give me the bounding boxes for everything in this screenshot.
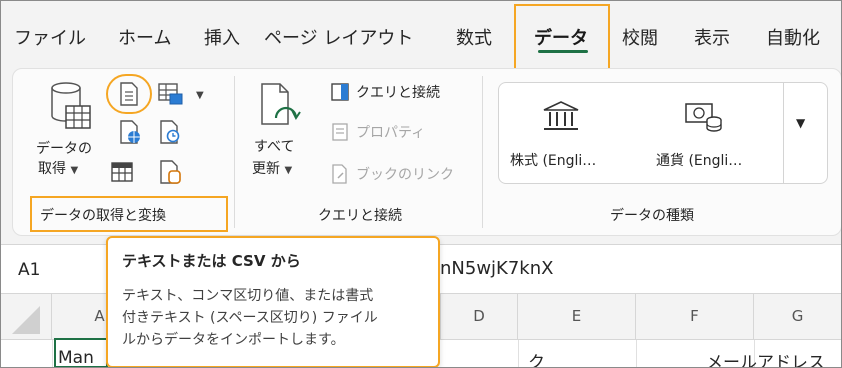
column-header-d[interactable]: D	[440, 294, 518, 340]
edit-links-icon	[330, 164, 350, 184]
get-data-group-label: データの取得と変換	[40, 208, 166, 224]
tab-file[interactable]: ファイル	[14, 24, 86, 50]
tooltip-body-line: テキスト、コンマ区切り値、または書式	[122, 288, 374, 304]
group-separator	[482, 76, 483, 228]
formula-input[interactable]: nN5wjK7knX	[440, 258, 553, 279]
currencies-data-type[interactable]: 通貨 (Engli…	[656, 150, 742, 170]
refresh-all-text: 更新	[252, 161, 280, 177]
data-tab-highlight	[514, 4, 610, 76]
tooltip-title: テキストまたは CSV から	[122, 252, 301, 270]
get-data-label-text: 取得	[38, 161, 66, 177]
column-header-g[interactable]: G	[754, 294, 842, 340]
from-web-icon[interactable]	[118, 120, 142, 144]
name-box[interactable]: A1	[18, 260, 40, 280]
get-data-icon[interactable]	[48, 82, 94, 132]
column-header-f[interactable]: F	[636, 294, 754, 340]
queries-group-label: クエリと接続	[318, 208, 402, 224]
tab-view[interactable]: 表示	[694, 24, 730, 50]
cell-divider	[636, 340, 637, 368]
tooltip-from-text-csv: テキストまたは CSV から テキスト、コンマ区切り値、または書式 付きテキスト…	[106, 236, 440, 368]
data-types-group-label: データの種類	[610, 208, 694, 224]
properties-icon	[330, 122, 350, 142]
tab-insert[interactable]: 挿入	[204, 24, 240, 50]
refresh-all-icon[interactable]	[256, 82, 304, 134]
refresh-all-label-line2[interactable]: 更新 ▼	[252, 158, 292, 178]
tooltip-body-line: ルからデータをインポートします。	[122, 332, 345, 348]
queries-connections-button[interactable]: クエリと接続	[356, 82, 440, 102]
existing-connections-icon[interactable]	[158, 160, 182, 184]
from-table-range-icon[interactable]	[110, 160, 134, 184]
stocks-icon[interactable]	[542, 100, 580, 132]
column-header-e[interactable]: E	[518, 294, 636, 340]
cell-divider	[518, 340, 519, 368]
cell-divider	[52, 340, 53, 368]
cell-a-partial[interactable]: Man	[58, 348, 94, 368]
group-separator	[234, 76, 235, 228]
gallery-separator	[783, 82, 784, 184]
tab-page-layout[interactable]: ページ レイアウト	[264, 24, 413, 50]
cell-f-partial[interactable]: メールアドレス	[706, 348, 825, 368]
chevron-down-icon[interactable]: ▼	[196, 86, 204, 102]
gallery-more-icon[interactable]: ▼	[796, 116, 805, 130]
tab-review[interactable]: 校閲	[622, 24, 658, 50]
properties-button[interactable]: プロパティ	[356, 122, 425, 142]
chevron-down-icon: ▼	[284, 165, 293, 176]
chevron-down-icon: ▼	[70, 165, 79, 176]
tab-formulas[interactable]: 数式	[456, 24, 492, 50]
edit-links-button[interactable]: ブックのリンク	[356, 164, 454, 184]
select-all-corner[interactable]	[0, 294, 52, 340]
tooltip-body-line: 付きテキスト (スペース区切り) ファイル	[122, 310, 378, 326]
refresh-all-label-line1[interactable]: すべて	[254, 136, 294, 156]
cell-e-partial[interactable]: ク	[528, 348, 545, 368]
get-data-label-line1[interactable]: データの	[36, 138, 92, 158]
tab-automate[interactable]: 自動化	[766, 24, 820, 50]
from-web-table-icon[interactable]	[158, 82, 184, 106]
recent-sources-icon[interactable]	[158, 120, 182, 144]
get-data-label-line2[interactable]: 取得 ▼	[38, 158, 78, 178]
queries-connections-icon[interactable]	[330, 82, 350, 102]
tab-home[interactable]: ホーム	[118, 24, 171, 50]
currencies-icon[interactable]	[684, 100, 724, 134]
tooltip-body: テキスト、コンマ区切り値、または書式 付きテキスト (スペース区切り) ファイル…	[122, 285, 424, 351]
from-text-csv-icon[interactable]	[118, 82, 140, 106]
stocks-data-type[interactable]: 株式 (Engli…	[510, 150, 596, 170]
